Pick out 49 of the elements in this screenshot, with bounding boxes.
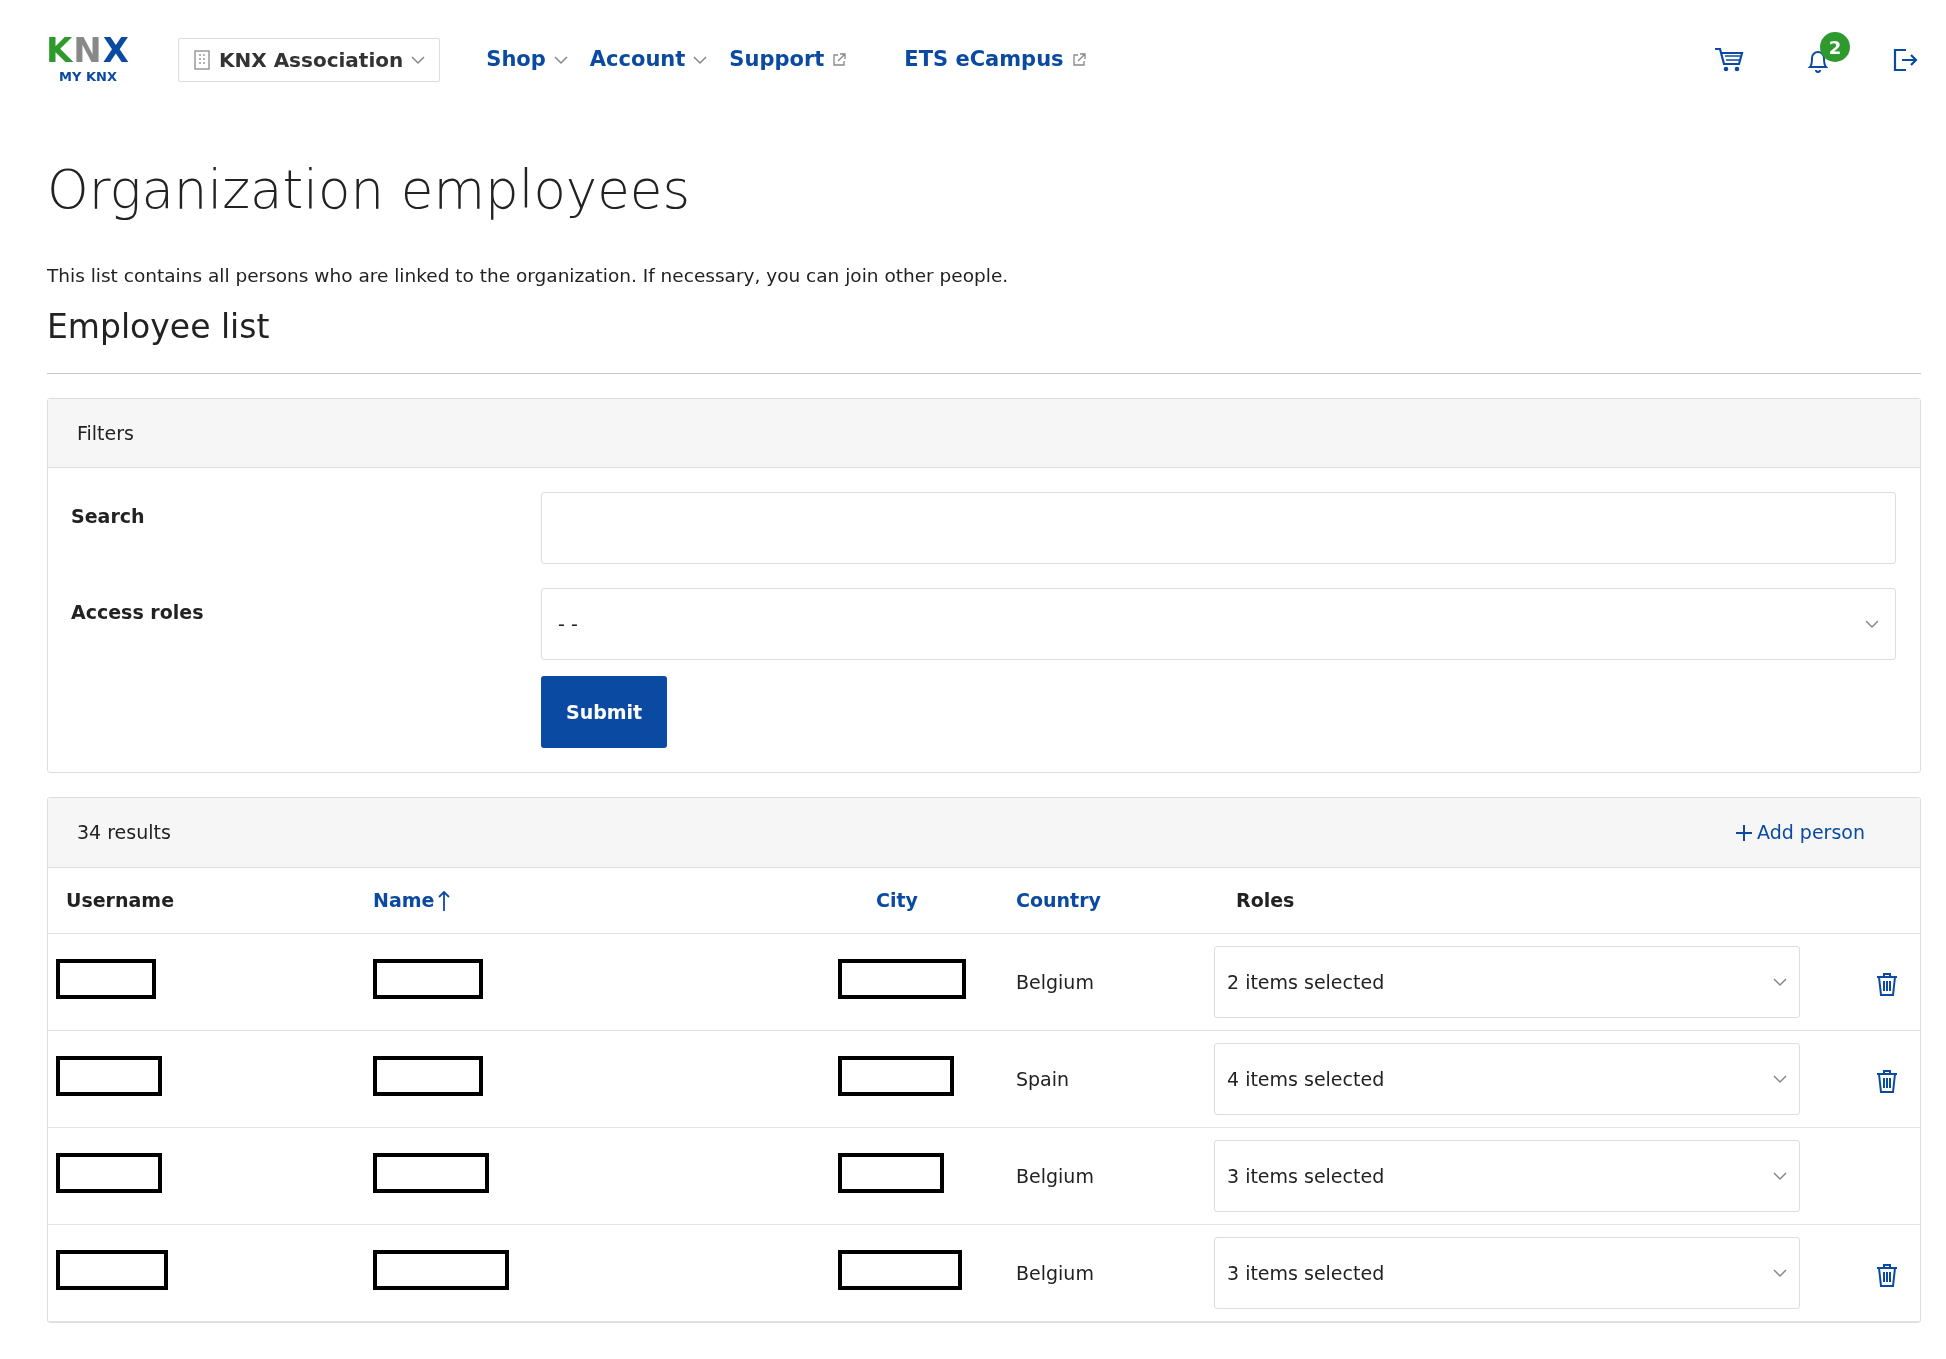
- nav-link[interactable]: Support: [729, 44, 847, 76]
- nav-link[interactable]: ETS eCampus: [904, 44, 1086, 76]
- caret-icon: [1865, 619, 1879, 629]
- section-title: Employee list: [47, 307, 271, 347]
- country-cell: Belgium: [1016, 1262, 1094, 1285]
- sort-header[interactable]: Name: [373, 886, 451, 915]
- search-field[interactable]: [541, 492, 1896, 565]
- caret-icon: [1773, 1171, 1787, 1181]
- trash-icon: [1876, 1068, 1898, 1093]
- sort-up-icon: [438, 889, 451, 912]
- external-link-icon: [1071, 53, 1086, 67]
- nav-link[interactable]: Shop: [486, 44, 568, 76]
- trash-icon: [1876, 971, 1898, 996]
- page-title: Organization employees: [47, 158, 692, 222]
- caret-icon: [693, 55, 708, 65]
- select-field[interactable]: - -: [541, 588, 1896, 661]
- column-header: Username: [66, 888, 175, 914]
- cart-icon: [1714, 46, 1744, 74]
- notification-count: 2: [1820, 32, 1850, 62]
- country-cell: Belgium: [1016, 1165, 1094, 1188]
- trash-icon: [1876, 1262, 1898, 1287]
- logout-icon: [1892, 47, 1918, 73]
- roles-select[interactable]: 2 items selected: [1214, 946, 1800, 1019]
- description: This list contains all persons who are linked to the organization. If necessary, you can join other people.: [47, 263, 1010, 288]
- caret-icon: [1773, 977, 1787, 987]
- building-icon: [193, 50, 211, 70]
- country-cell: Spain: [1016, 1068, 1070, 1091]
- column-header: Roles: [1236, 888, 1295, 914]
- external-link-icon: [832, 53, 847, 67]
- country-cell: Belgium: [1016, 971, 1094, 994]
- caret-icon: [1773, 1074, 1787, 1084]
- bell-icon: [1806, 48, 1830, 74]
- organization-select[interactable]: KNX Association: [178, 38, 441, 82]
- plus-icon: [1735, 823, 1754, 842]
- caret-icon: [553, 55, 568, 65]
- roles-select[interactable]: 3 items selected: [1214, 1140, 1800, 1213]
- field-label: Search: [71, 505, 145, 528]
- caret-icon: [1773, 1268, 1787, 1278]
- roles-select[interactable]: 3 items selected: [1214, 1237, 1800, 1310]
- field-label: Access roles: [71, 601, 204, 624]
- card-header: Filters: [48, 398, 1920, 469]
- sort-header[interactable]: Country: [1016, 886, 1101, 915]
- submit-button[interactable]: Submit: [541, 676, 668, 749]
- nav-link[interactable]: Account: [589, 44, 708, 76]
- add-person-link[interactable]: Add person: [1735, 818, 1865, 847]
- roles-select[interactable]: 4 items selected: [1214, 1043, 1800, 1116]
- result-count: 34 results: [77, 820, 171, 846]
- caret-icon: [411, 55, 426, 65]
- sort-header[interactable]: City: [876, 886, 918, 915]
